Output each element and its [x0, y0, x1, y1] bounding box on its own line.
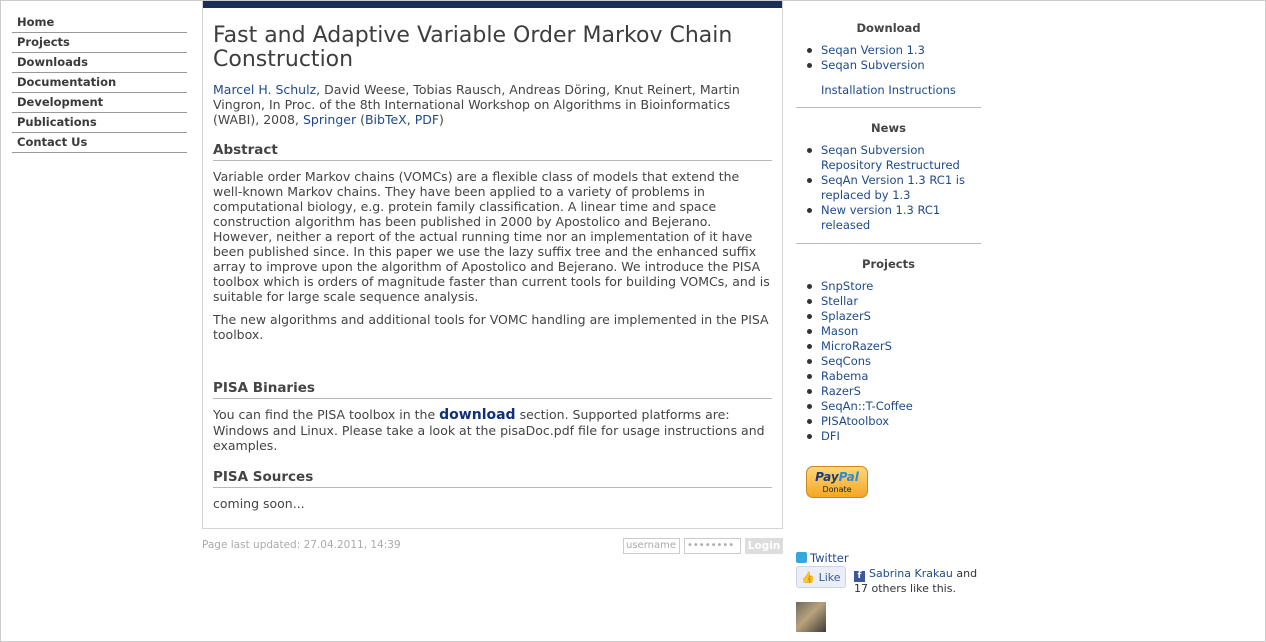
sources-text: coming soon... [213, 496, 305, 511]
sources-heading: PISA Sources [213, 468, 772, 488]
nav-contact-us[interactable]: Contact Us [12, 133, 187, 153]
installation-instructions-link[interactable]: Installation Instructions [821, 83, 956, 97]
donate-label: Donate [822, 485, 852, 494]
download-heading: Download [856, 21, 921, 35]
main-content: Fast and Adaptive Variable Order Markov … [202, 1, 783, 529]
facebook-icon: f [854, 571, 865, 582]
news-heading: News [871, 121, 906, 135]
citation: Marcel H. Schulz, David Weese, Tobias Ra… [213, 82, 772, 127]
paren-close: ) [439, 112, 444, 127]
project-item[interactable]: SeqAn::T-Coffee [821, 399, 913, 413]
paypal-logo: PayPal [807, 469, 867, 485]
login-button[interactable]: Login [745, 538, 783, 554]
twitter-link-wrap[interactable]: Twitter [796, 551, 849, 565]
news-box: News Seqan Subversion Repository Restruc… [796, 121, 981, 244]
password-input[interactable]: •••••••• [684, 538, 741, 554]
download-box: Download Seqan Version 1.3 Seqan Subvers… [796, 21, 981, 108]
abstract-paragraph-2: The new algorithms and additional tools … [213, 312, 769, 342]
binaries-heading: PISA Binaries [213, 379, 772, 399]
nav-documentation[interactable]: Documentation [12, 73, 187, 93]
download-link[interactable]: download [439, 407, 515, 423]
username-input[interactable]: username [623, 538, 680, 554]
springer-link[interactable]: Springer [303, 112, 356, 127]
paypal-donate-button[interactable]: PayPal Donate [806, 466, 868, 498]
binaries-text: You can find the PISA toolbox in the dow… [213, 407, 772, 453]
project-item[interactable]: Stellar [821, 294, 858, 308]
sidebar: Download Seqan Version 1.3 Seqan Subvers… [796, 21, 981, 467]
projects-box: Projects SnpStore Stellar SplazerS Mason… [796, 257, 981, 454]
nav-development[interactable]: Development [12, 93, 187, 113]
download-item-seqan-1-3[interactable]: Seqan Version 1.3 [821, 43, 925, 57]
news-item[interactable]: Seqan Subversion Repository Restructured [821, 143, 960, 172]
abstract-heading: Abstract [213, 141, 772, 161]
author-link[interactable]: Marcel H. Schulz [213, 82, 316, 97]
header-bar [203, 1, 782, 8]
nav-publications[interactable]: Publications [12, 113, 187, 133]
project-item[interactable]: SeqCons [821, 354, 871, 368]
download-item-subversion[interactable]: Seqan Subversion [821, 58, 925, 72]
project-item[interactable]: Rabema [821, 369, 868, 383]
facebook-friend-link[interactable]: Sabrina Krakau [869, 567, 953, 580]
paypal-logo-part-2: Pal [838, 470, 859, 484]
twitter-icon [796, 552, 807, 563]
pdf-link[interactable]: PDF [415, 112, 439, 127]
project-item[interactable]: MicroRazerS [821, 339, 892, 353]
news-item[interactable]: SeqAn Version 1.3 RC1 is replaced by 1.3 [821, 173, 965, 202]
project-item[interactable]: RazerS [821, 384, 861, 398]
project-item[interactable]: PISAtoolbox [821, 414, 889, 428]
comma-sep: , [406, 112, 415, 127]
facebook-social-text: f Sabrina Krakau and 17 others like this. [854, 567, 984, 596]
paypal-logo-part: Pay [815, 470, 839, 484]
last-updated: Page last updated: 27.04.2011, 14:39 [202, 539, 401, 551]
project-item[interactable]: DFI [821, 429, 840, 443]
projects-heading: Projects [862, 257, 915, 271]
project-item[interactable]: SnpStore [821, 279, 873, 293]
nav-projects[interactable]: Projects [12, 33, 187, 53]
twitter-link[interactable]: Twitter [810, 551, 849, 565]
bibtex-link[interactable]: BibTeX [365, 112, 407, 127]
abstract-paragraph: Variable order Markov chains (VOMCs) are… [213, 169, 770, 304]
paren-open: ( [356, 112, 365, 127]
nav-downloads[interactable]: Downloads [12, 53, 187, 73]
avatar[interactable] [796, 602, 826, 632]
project-item[interactable]: Mason [821, 324, 858, 338]
nav-home[interactable]: Home [12, 13, 187, 33]
facebook-like-button[interactable]: 👍 Like [796, 566, 846, 588]
news-item[interactable]: New version 1.3 RC1 released [821, 203, 940, 232]
page-title: Fast and Adaptive Variable Order Markov … [213, 23, 733, 72]
binaries-text-before: You can find the PISA toolbox in the [213, 407, 440, 422]
project-item[interactable]: SplazerS [821, 309, 871, 323]
main-nav: Home Projects Downloads Documentation De… [12, 13, 187, 153]
thumbs-up-icon: 👍 [801, 571, 816, 584]
like-label: Like [818, 571, 841, 584]
footer: Page last updated: 27.04.2011, 14:39 use… [202, 538, 785, 554]
